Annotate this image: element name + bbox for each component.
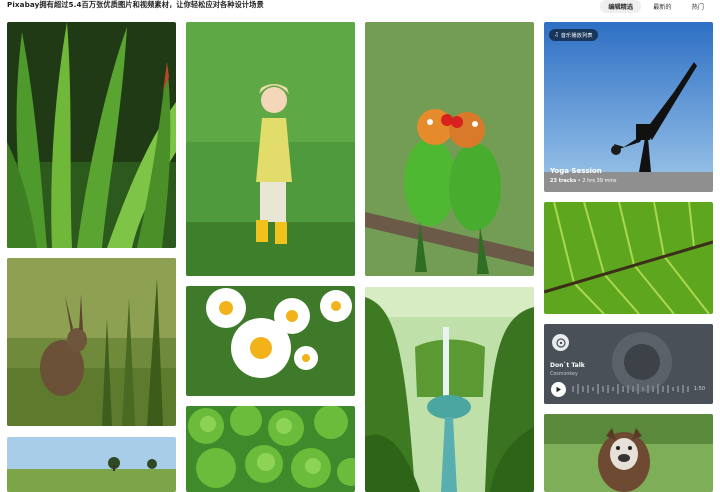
aloe-image <box>7 22 176 248</box>
photo-waterfall-tile[interactable] <box>365 287 534 492</box>
photo-bulldog-tile[interactable] <box>544 414 713 492</box>
tab-editors-choice[interactable]: 编辑精选 <box>600 0 642 13</box>
playlist-meta: 23 tracks • 2 hrs 39 mins <box>550 178 617 184</box>
yoga-playlist-card[interactable]: ♫ 音乐播放列表 Yoga Session 23 tracks • 2 hrs … <box>544 22 713 192</box>
photo-leaf-tile[interactable] <box>544 202 713 314</box>
photo-girl-tile[interactable] <box>186 22 355 276</box>
tab-popular[interactable]: 热门 <box>684 0 712 13</box>
filter-tabs: 编辑精选 最新的 热门 <box>600 0 712 13</box>
playlist-title: Yoga Session <box>550 167 602 175</box>
landscape-image <box>7 437 176 492</box>
photo-greens-tile[interactable] <box>186 406 355 492</box>
tab-latest[interactable]: 最新的 <box>645 0 680 13</box>
play-icon <box>556 386 561 393</box>
leaf-image <box>544 202 713 314</box>
track-duration: 1:50 <box>693 386 705 392</box>
music-player-card[interactable]: Don`t Talk Cosmonkey 1:50 <box>544 324 713 404</box>
girl-image <box>186 22 355 276</box>
music-note-icon: ♫ <box>554 32 559 38</box>
greens-image <box>186 406 355 492</box>
lovebirds-image <box>365 22 534 276</box>
play-button[interactable] <box>551 382 566 397</box>
track-artist: Cosmonkey <box>550 372 578 377</box>
daisies-image <box>186 286 355 396</box>
album-disc-icon <box>552 334 569 351</box>
waterfall-image <box>365 287 534 492</box>
playlist-badge: ♫ 音乐播放列表 <box>549 29 598 41</box>
photo-hare-tile[interactable] <box>7 258 176 426</box>
photo-aloe-tile[interactable] <box>7 22 176 248</box>
bulldog-image <box>544 414 713 492</box>
hare-image <box>7 258 176 426</box>
photo-daisies-tile[interactable] <box>186 286 355 396</box>
photo-landscape-tile[interactable] <box>7 437 176 492</box>
track-title: Don`t Talk <box>550 362 585 369</box>
page-headline: Pixabay拥有超过5.4百万张优质图片和视频素材，让你轻松应对各种设计场景 <box>7 0 264 9</box>
photo-lovebirds-tile[interactable] <box>365 22 534 276</box>
top-bar: Pixabay拥有超过5.4百万张优质图片和视频素材，让你轻松应对各种设计场景 … <box>0 0 720 14</box>
